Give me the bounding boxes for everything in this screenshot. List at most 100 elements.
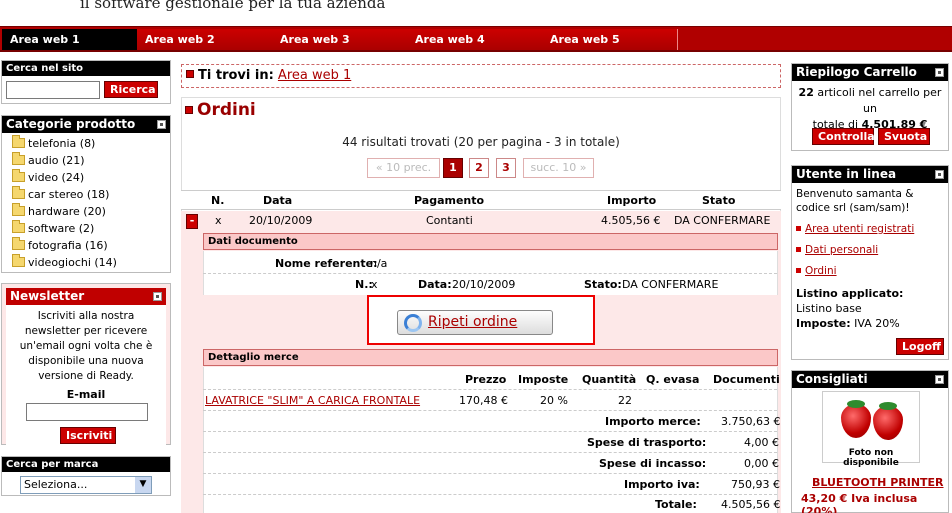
- col-prezzo: Prezzo: [465, 373, 507, 386]
- search-button[interactable]: Ricerca: [104, 81, 158, 98]
- recommended-title: Consigliati: [792, 371, 948, 388]
- collapse-row-button[interactable]: -: [186, 214, 198, 229]
- collapse-box-icon[interactable]: [935, 170, 944, 179]
- subscribe-button[interactable]: Iscriviti: [60, 427, 116, 444]
- newsletter-title: Newsletter: [6, 288, 166, 305]
- user-link[interactable]: Dati personali: [796, 240, 944, 261]
- bullet-icon: [186, 70, 194, 78]
- cart-box: Riepilogo Carrello 22 articoli nel carre…: [791, 63, 949, 151]
- total-value: 4.505,56 €: [721, 498, 781, 511]
- collapse-box-icon[interactable]: [157, 120, 166, 129]
- cart-empty-button[interactable]: Svuota: [878, 128, 930, 145]
- doc-section-header: Dati documento: [203, 233, 778, 250]
- tab-area-web-2[interactable]: Area web 2: [137, 29, 273, 50]
- bullet-icon: [796, 268, 801, 273]
- pagination-next[interactable]: succ. 10 »: [523, 158, 594, 178]
- pagination-page[interactable]: 1: [443, 158, 463, 178]
- category-item[interactable]: fotografia (16): [2, 237, 170, 254]
- category-item[interactable]: audio (21): [2, 152, 170, 169]
- total-value: 750,93 €: [731, 478, 780, 491]
- col-quantita: Quantità: [582, 373, 637, 386]
- results-count: 44 risultati trovati (20 per pagina - 3 …: [342, 135, 620, 149]
- refresh-icon: [404, 314, 422, 332]
- category-item[interactable]: videogiochi (14): [2, 254, 170, 271]
- chevron-down-icon: ▼: [135, 477, 151, 493]
- image-caption: Foto non disponibile: [843, 448, 899, 468]
- leaf-shape: [879, 402, 897, 410]
- doc-state-label: Stato:: [584, 278, 622, 291]
- total-label: Importo merce:: [605, 415, 701, 428]
- item-price: 170,48 €: [459, 394, 508, 407]
- pagination-page[interactable]: 3: [496, 158, 516, 178]
- order-amount: 4.505,56 €: [601, 214, 661, 227]
- listino-value: Listino base: [796, 302, 862, 315]
- item-qty: 22: [618, 394, 632, 407]
- category-item[interactable]: software (2): [2, 220, 170, 237]
- search-input[interactable]: [6, 81, 100, 99]
- listino-label: Listino applicato:: [796, 287, 904, 300]
- search-box-title: Cerca nel sito: [2, 61, 170, 76]
- pagination-page[interactable]: 2: [469, 158, 489, 178]
- breadcrumb: Ti trovi in: Area web 1: [181, 64, 781, 88]
- categories-title: Categorie prodotto: [2, 116, 170, 133]
- category-item[interactable]: car stereo (18): [2, 186, 170, 203]
- recommended-price: 43,20 € Iva inclusa (20%): [801, 492, 918, 513]
- col-documenti: Documenti: [713, 373, 780, 386]
- order-status: DA CONFERMARE: [674, 214, 771, 227]
- folder-icon: [12, 237, 25, 250]
- tab-area-web-5[interactable]: Area web 5: [542, 29, 678, 50]
- pagination-prev[interactable]: « 10 prec.: [367, 158, 440, 178]
- tab-area-web-3[interactable]: Area web 3: [272, 29, 408, 50]
- product-image[interactable]: Foto non disponibile: [822, 391, 920, 468]
- cart-control-button[interactable]: Controlla: [812, 128, 875, 145]
- category-item[interactable]: video (24): [2, 169, 170, 186]
- doc-n-value: x: [371, 278, 378, 291]
- col-pagamento: Pagamento: [414, 194, 485, 207]
- bullet-icon: [796, 247, 801, 252]
- total-label: Spese di trasporto:: [587, 436, 707, 449]
- search-box: Cerca nel sito Ricerca: [1, 60, 171, 104]
- detail-section-header: Dettaglio merce: [203, 349, 778, 366]
- table-row[interactable]: - x 20/10/2009 Contanti 4.505,56 € DA CO…: [181, 211, 781, 231]
- category-item[interactable]: hardware (20): [2, 203, 170, 220]
- recommended-product-link[interactable]: BLUETOOTH PRINTER: [812, 476, 944, 489]
- collapse-box-icon[interactable]: [935, 68, 944, 77]
- user-title: Utente in linea: [792, 166, 948, 183]
- repeat-order-button[interactable]: Ripeti ordine: [397, 310, 553, 335]
- col-imposte: Imposte: [518, 373, 569, 386]
- total-value: 0,00 €: [744, 457, 779, 470]
- leaf-shape: [847, 400, 865, 408]
- user-link[interactable]: Ordini: [796, 261, 944, 282]
- categories-box: Categorie prodotto telefonia (8) audio (…: [1, 115, 171, 273]
- product-link[interactable]: LAVATRICE "SLIM" A CARICA FRONTALE: [205, 394, 420, 407]
- imposte-label: Imposte:: [796, 317, 851, 330]
- repeat-order-highlight: Ripeti ordine: [367, 295, 595, 345]
- order-n: x: [215, 214, 222, 227]
- brand-select[interactable]: Seleziona... ▼: [20, 476, 152, 494]
- doc-date-label: Data:: [418, 278, 452, 291]
- user-welcome: Benvenuto samanta & codice srl (sam/sam)…: [796, 188, 914, 214]
- total-value: 3.750,63 €: [721, 415, 781, 428]
- user-box: Utente in linea Benvenuto samanta & codi…: [791, 165, 949, 360]
- newsletter-text: Iscriviti alla nostra newsletter per ric…: [6, 305, 166, 388]
- col-importo: Importo: [607, 194, 657, 207]
- user-link[interactable]: Area utenti registrati: [796, 219, 944, 240]
- strawberry-image: [841, 404, 871, 438]
- folder-icon: [12, 135, 25, 148]
- item-tax: 20 %: [540, 394, 568, 407]
- site-tagline: il software gestionale per la tua aziend…: [80, 0, 386, 12]
- strawberry-image: [873, 406, 903, 440]
- tab-area-web-1[interactable]: Area web 1: [2, 29, 138, 50]
- folder-icon: [12, 203, 25, 216]
- tab-area-web-4[interactable]: Area web 4: [407, 29, 543, 50]
- doc-date-value: 20/10/2009: [452, 278, 516, 291]
- newsletter-email-input[interactable]: [26, 403, 148, 421]
- collapse-box-icon[interactable]: [153, 292, 162, 301]
- imposte-value: IVA 20%: [854, 317, 900, 330]
- breadcrumb-link[interactable]: Area web 1: [278, 68, 351, 83]
- collapse-box-icon[interactable]: [935, 375, 944, 384]
- col-data: Data: [263, 194, 293, 207]
- logoff-button[interactable]: Logoff: [896, 338, 944, 355]
- category-item[interactable]: telefonia (8): [2, 135, 170, 152]
- newsletter-box: Newsletter Iscriviti alla nostra newslet…: [1, 283, 171, 449]
